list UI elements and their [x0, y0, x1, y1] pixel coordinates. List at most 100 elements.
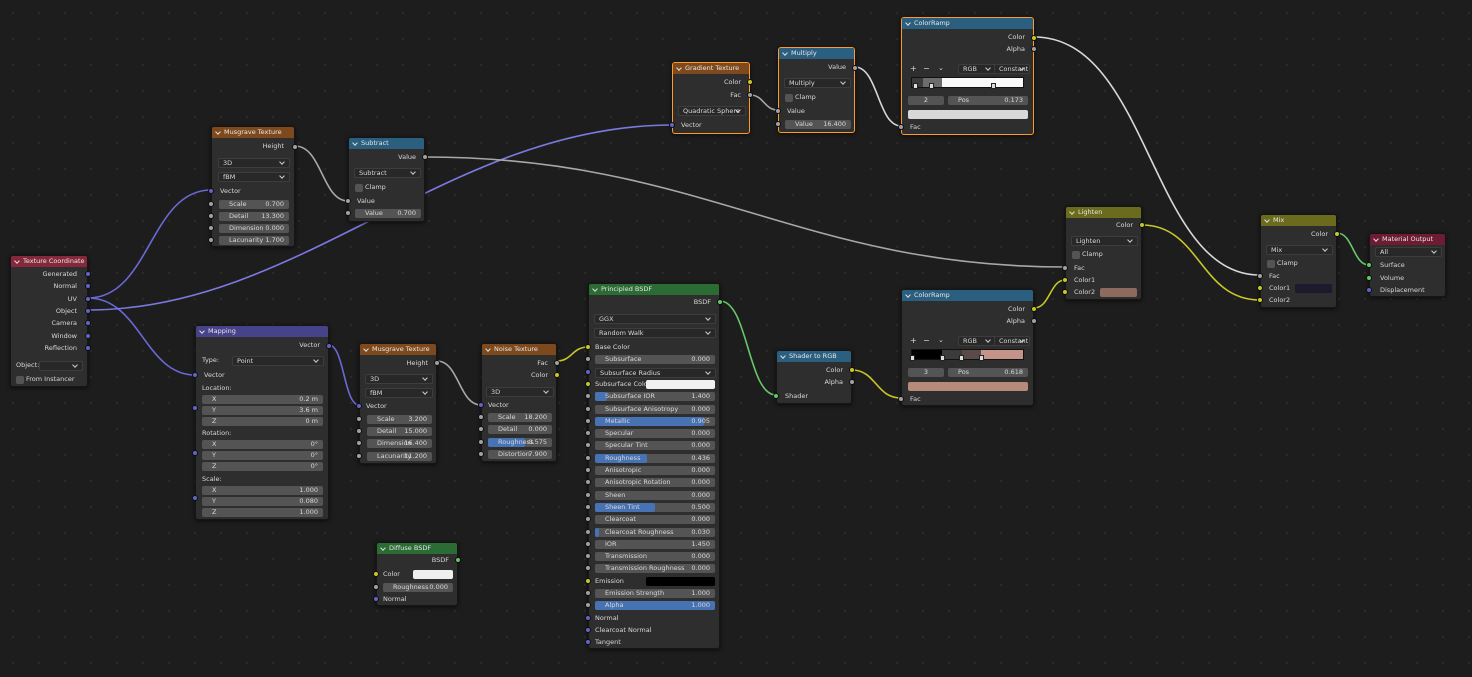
node-header[interactable]: Texture Coordinate	[11, 256, 87, 267]
clamp-checkbox[interactable]	[1267, 260, 1275, 268]
socket-rotation[interactable]	[192, 450, 198, 456]
stop-color-swatch[interactable]	[908, 110, 1028, 119]
socket-dimension[interactable]	[356, 440, 362, 446]
socket-camera[interactable]	[85, 320, 91, 326]
lacunarity-field[interactable]: Lacunarity 1.700	[219, 236, 289, 245]
type-dropdown[interactable]: fBM	[218, 172, 290, 182]
socket-uv[interactable]	[85, 296, 91, 302]
socket-displacement[interactable]	[1366, 287, 1372, 293]
socket-alpha[interactable]	[849, 379, 855, 385]
socket-color[interactable]	[1031, 35, 1037, 41]
emission-strength-field[interactable]: Emission Strength 1.000	[595, 589, 715, 598]
socket-tangent[interactable]	[585, 639, 591, 646]
scale-x-field[interactable]: X 1.000	[202, 486, 323, 495]
sheen-field[interactable]: Sheen 0.000	[595, 490, 715, 500]
socket-base-color[interactable]	[585, 344, 591, 350]
anisotropic-field[interactable]: Anisotropic 0.000	[595, 466, 715, 475]
lacunarity-field[interactable]: Lacunarity 11.200	[367, 452, 432, 461]
diffuse-bsdf-node[interactable]: Diffuse BSDF BSDF Color Roughness 0.000 N…	[373, 542, 461, 606]
socket-color[interactable]	[373, 571, 379, 577]
distortion-field[interactable]: Distortion 7.900	[488, 450, 552, 459]
socket-emission-strength[interactable]	[585, 590, 591, 596]
socket-color[interactable]	[849, 367, 855, 373]
socket-fac[interactable]	[747, 92, 753, 98]
position-field[interactable]: Pos 0.618	[948, 368, 1028, 377]
from-instancer-checkbox[interactable]	[16, 376, 24, 384]
node-header[interactable]: ColorRamp	[902, 18, 1033, 29]
node-header[interactable]: Mix	[1261, 215, 1336, 226]
socket-sheen-tint[interactable]	[585, 503, 591, 510]
clamp-checkbox[interactable]	[1072, 251, 1080, 259]
socket-reflection[interactable]	[85, 345, 91, 351]
socket-window[interactable]	[85, 333, 91, 339]
socket-value-in-2[interactable]	[775, 121, 781, 127]
socket-subsurface-ior[interactable]	[585, 393, 591, 400]
interpolation-dropdown[interactable]: Constant	[994, 64, 1030, 74]
alpha-field[interactable]: Alpha 1.000	[595, 601, 715, 611]
socket-location[interactable]	[192, 405, 198, 411]
node-header[interactable]: Multiply	[779, 48, 854, 59]
subsurface-anisotropy-field[interactable]: Subsurface Anisotropy 0.000	[595, 404, 715, 414]
roughness-field[interactable]: Roughness 0.000	[383, 583, 453, 592]
dimension-field[interactable]: Dimension 0.000	[219, 224, 289, 233]
socket-vector-out[interactable]	[326, 343, 332, 349]
multiply-math-node[interactable]: Multiply Value Multiply Clamp Value Valu…	[775, 47, 858, 133]
color-ramp-node-2[interactable]: ColorRamp Color Alpha + − ⌄ RGB Constant…	[898, 289, 1037, 406]
operation-dropdown[interactable]: Multiply	[784, 78, 851, 88]
socket-color1[interactable]	[1062, 277, 1068, 283]
lighten-mix-node[interactable]: Lighten Color Lighten Clamp Fac Color1 C…	[1062, 206, 1145, 300]
socket-alpha[interactable]	[585, 602, 591, 609]
socket-scale[interactable]	[356, 416, 362, 422]
emission-swatch[interactable]	[646, 576, 715, 586]
socket-lacunarity[interactable]	[208, 237, 214, 243]
socket-color[interactable]	[1334, 231, 1340, 237]
position-field[interactable]: Pos 0.173	[948, 96, 1028, 105]
scale-field[interactable]: Scale 18.200	[488, 413, 552, 422]
value-field[interactable]: Value 0.700	[355, 209, 421, 218]
ior-field[interactable]: IOR 1.450	[595, 539, 715, 549]
color-ramp-node-1[interactable]: ColorRamp Color Alpha + − ⌄ RGB Constant…	[898, 17, 1037, 135]
subsurface-field[interactable]: Subsurface 0.000	[595, 355, 715, 365]
socket-alpha[interactable]	[1031, 318, 1037, 324]
socket-shader[interactable]	[773, 393, 779, 399]
detail-field[interactable]: Detail 13.300	[219, 212, 289, 221]
socket-value-in-2[interactable]	[345, 210, 351, 216]
shader-to-rgb-node[interactable]: Shader to RGB Color Alpha Shader	[773, 350, 855, 404]
socket-bsdf[interactable]	[455, 557, 461, 563]
socket-scale[interactable]	[478, 414, 484, 420]
rotation-y-field[interactable]: Y 0°	[202, 451, 323, 460]
chevron-down-icon[interactable]: ⌄	[938, 335, 944, 346]
socket-fac[interactable]	[898, 396, 904, 402]
socket-volume[interactable]	[1366, 275, 1372, 281]
stop-color-swatch[interactable]	[908, 382, 1028, 391]
node-header[interactable]: Noise Texture	[482, 344, 556, 355]
socket-color[interactable]	[1139, 222, 1145, 228]
node-header[interactable]: Subtract	[349, 138, 424, 149]
node-header[interactable]: Lighten	[1066, 207, 1141, 218]
socket-transmission[interactable]	[585, 553, 591, 560]
socket-sheen[interactable]	[585, 491, 591, 498]
add-stop-icon[interactable]: +	[910, 335, 917, 346]
socket-subsurface-anisotropy[interactable]	[585, 405, 591, 412]
subsurface-ior-field[interactable]: Subsurface IOR 1.400	[595, 392, 715, 402]
scale-z-field[interactable]: Z 1.000	[202, 508, 323, 517]
node-header[interactable]: Mapping	[196, 326, 328, 337]
transmission-field[interactable]: Transmission 0.000	[595, 552, 715, 562]
node-header[interactable]: Musgrave Texture	[212, 127, 294, 138]
socket-vector[interactable]	[356, 403, 362, 409]
location-z-field[interactable]: Z0 m	[202, 417, 323, 426]
scale-field[interactable]: Scale 3.200	[367, 415, 432, 424]
scale-field[interactable]: Scale 0.700	[219, 200, 289, 209]
chevron-down-icon[interactable]: ⌄	[938, 63, 944, 74]
location-x-field[interactable]: X 0.2 m	[202, 395, 323, 404]
socket-anisotropic-rotation[interactable]	[585, 479, 591, 486]
socket-vector[interactable]	[669, 122, 675, 128]
color-swatch[interactable]	[413, 570, 453, 579]
subtract-math-node[interactable]: Subtract Value Subtract Clamp Value Valu…	[345, 137, 428, 222]
noise-texture-node[interactable]: Noise Texture Fac Color 3D Vector Scale 1…	[478, 343, 560, 462]
node-header[interactable]: Musgrave Texture	[360, 344, 436, 355]
node-header[interactable]: ColorRamp	[902, 290, 1033, 301]
socket-color[interactable]	[554, 372, 560, 378]
detail-field[interactable]: Detail 15.000	[367, 427, 432, 436]
socket-height[interactable]	[292, 144, 298, 150]
